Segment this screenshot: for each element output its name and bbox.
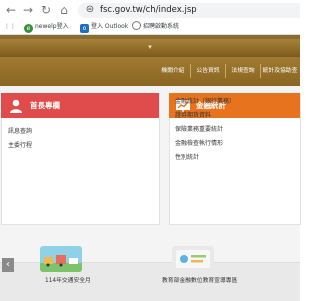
financial-education-banner[interactable] bbox=[172, 246, 214, 272]
bookmark-newelp[interactable]: e newelp登入 bbox=[24, 21, 69, 33]
globe-icon bbox=[132, 21, 141, 30]
chief-column-title: 首長專欄 bbox=[30, 101, 60, 110]
traffic-safety-banner[interactable] bbox=[40, 246, 82, 272]
bookmark-label: newelp登入 bbox=[35, 23, 69, 30]
link-news[interactable]: 訊息查詢 bbox=[8, 126, 32, 138]
traffic-safety-caption[interactable]: 114年交通安全月 bbox=[45, 276, 91, 286]
bookmark-label: 招聘啟動系統 bbox=[143, 23, 180, 30]
bookmark-label: 登入 Outlook bbox=[91, 23, 129, 30]
outlook-icon: o bbox=[80, 24, 89, 33]
link-securities-futures[interactable]: 證券期貨資料 bbox=[175, 110, 211, 122]
reload-icon[interactable]: ↻ bbox=[38, 2, 54, 18]
chief-column-header bbox=[1, 93, 159, 118]
newelp-icon: e bbox=[24, 24, 33, 33]
bookmark-outlook[interactable]: o 登入 Outlook bbox=[80, 21, 128, 33]
menu-item-statistics[interactable]: 統計及協助查 bbox=[261, 60, 299, 82]
home-icon[interactable]: ⌂ bbox=[56, 2, 72, 18]
menu-toggle-indicator[interactable]: ▾ bbox=[0, 40, 300, 54]
back-icon[interactable]: ← bbox=[3, 2, 19, 18]
menu-item-announcements[interactable]: 公告資訊 bbox=[191, 60, 225, 82]
menu-item-regulations[interactable]: 法規查詢 bbox=[226, 60, 260, 82]
link-gender-stats[interactable]: 性別統計 bbox=[175, 152, 199, 164]
forward-icon[interactable]: → bbox=[20, 2, 36, 18]
link-chair-schedule[interactable]: 主委行程 bbox=[8, 140, 32, 152]
apps-icon[interactable]: ⋮⋮ bbox=[4, 21, 16, 33]
user-icon bbox=[8, 98, 24, 114]
financial-education-caption[interactable]: 教育部金融數位教育宣導專區 bbox=[162, 276, 237, 286]
bookmark-recruit[interactable]: 招聘啟動系統 bbox=[132, 21, 179, 33]
link-banking-stats[interactable]: 金融統計（銀行業務） bbox=[175, 96, 235, 108]
carousel-prev-button[interactable]: ‹ bbox=[2, 258, 14, 272]
link-insurance-stats[interactable]: 保險業務重要統計 bbox=[175, 124, 223, 136]
menu-item-about[interactable]: 機關介紹 bbox=[156, 60, 190, 82]
url-text[interactable]: fsc.gov.tw/ch/index.jsp bbox=[100, 3, 197, 18]
link-financial-inspection[interactable]: 金融檢查執行情形 bbox=[175, 138, 223, 150]
site-info-icon[interactable]: ⊜ bbox=[84, 4, 96, 16]
